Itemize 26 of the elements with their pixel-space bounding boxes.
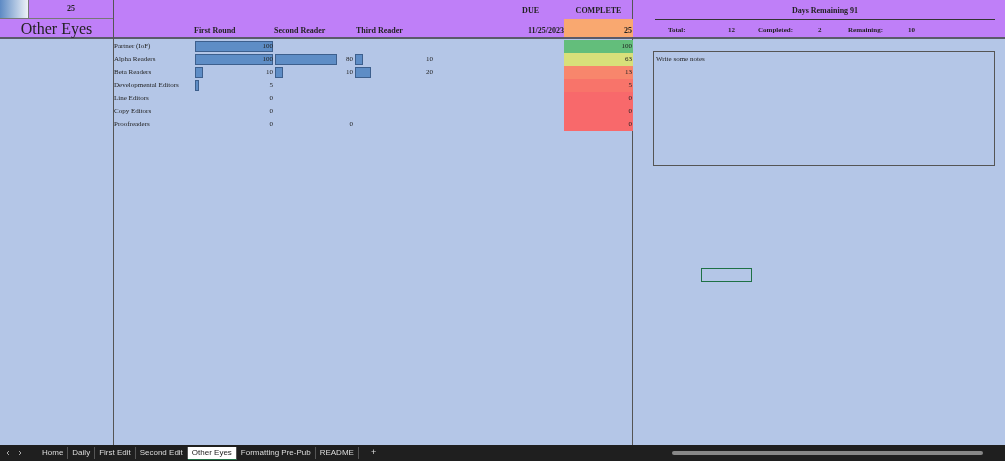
sheet-tab[interactable]: Other Eyes — [187, 446, 237, 460]
sheet-tab[interactable]: Formatting Pre-Pub — [236, 447, 316, 459]
column-header: COMPLETE — [575, 6, 622, 15]
complete-cell: 25 — [564, 19, 633, 37]
corner-value: 25 — [66, 3, 76, 15]
data-bar — [355, 67, 371, 78]
data-bar — [355, 54, 363, 65]
data-bar — [195, 67, 203, 78]
data-bar — [275, 54, 338, 65]
column-header: DUE — [522, 6, 539, 15]
sheet-tab[interactable]: First Edit — [95, 447, 136, 459]
days-remaining: Days Remaining 91 — [655, 0, 995, 20]
column-header: First Round — [194, 25, 236, 37]
sheet-tab[interactable]: Daily — [68, 447, 96, 459]
add-sheet-button[interactable]: + — [370, 446, 377, 460]
selected-cell[interactable] — [701, 268, 752, 282]
sheet-tab[interactable]: Second Edit — [135, 447, 188, 459]
scrollbar[interactable] — [672, 451, 983, 455]
data-bar — [195, 80, 199, 91]
sheet-tab[interactable]: Home — [38, 447, 69, 459]
data-bar — [275, 67, 283, 78]
due-date: 11/25/2023 — [528, 25, 564, 37]
sheet-tab[interactable]: README — [315, 447, 359, 459]
sheet-title: Other Eyes — [19, 19, 94, 38]
column-header: Second Reader — [274, 25, 326, 37]
column-header: Third Reader — [356, 25, 403, 37]
